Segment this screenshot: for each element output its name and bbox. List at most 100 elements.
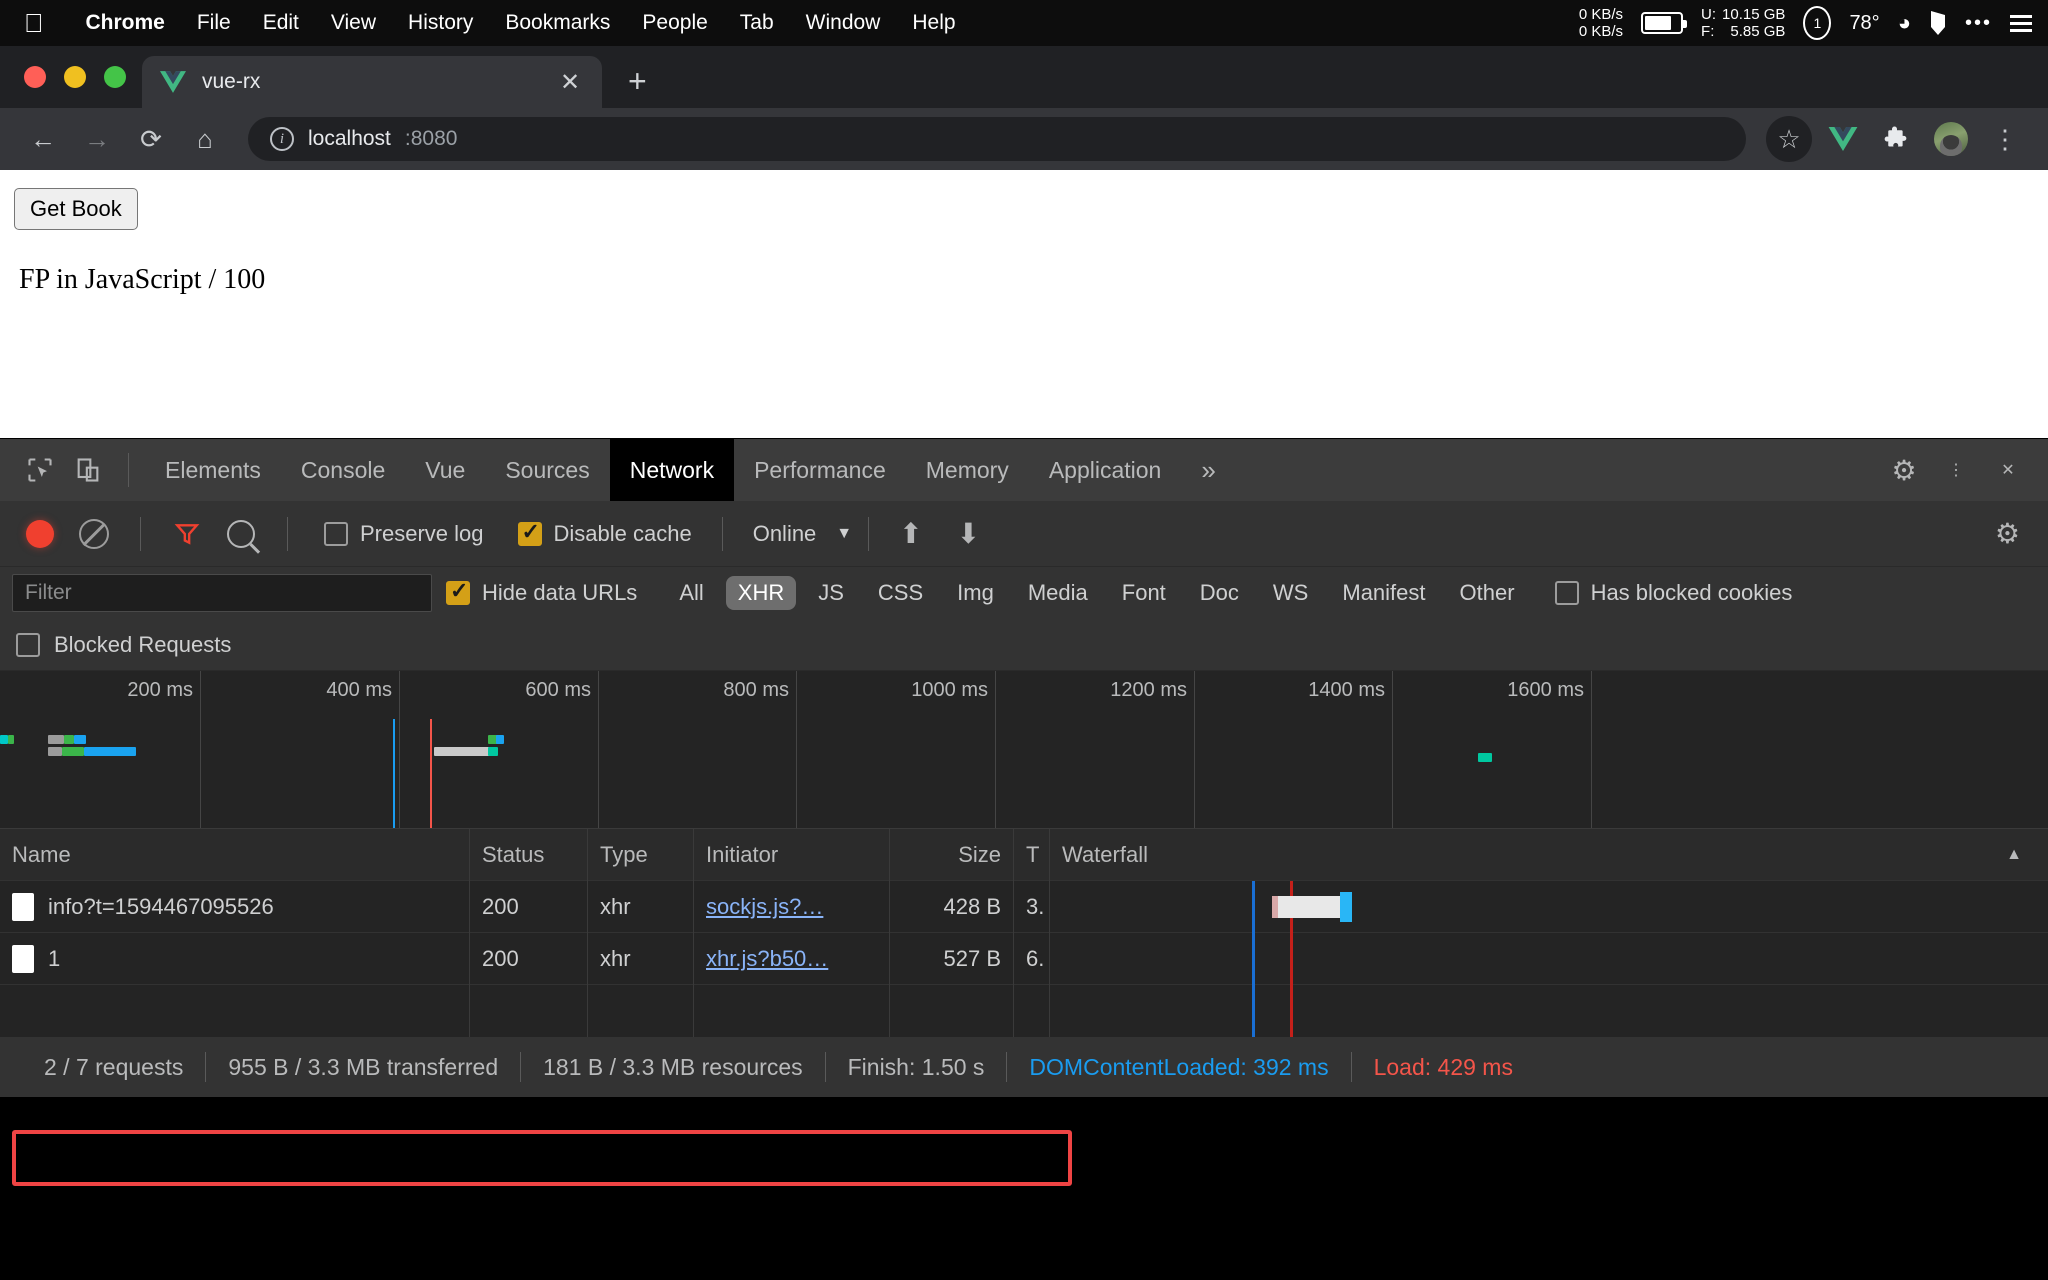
close-window-button[interactable] <box>24 66 46 88</box>
type-filter-doc[interactable]: Doc <box>1188 576 1251 610</box>
back-icon[interactable]: ← <box>20 116 66 162</box>
filter-funnel-icon[interactable] <box>163 510 211 558</box>
throttling-select[interactable]: Online <box>739 521 831 547</box>
new-tab-button[interactable]: + <box>602 63 673 108</box>
type-filter-all[interactable]: All <box>667 576 715 610</box>
menu-item-history[interactable]: History <box>392 11 489 35</box>
home-icon[interactable]: ⌂ <box>182 116 228 162</box>
type-filter-manifest[interactable]: Manifest <box>1330 576 1437 610</box>
record-button[interactable] <box>16 510 64 558</box>
devtools-menu-icon[interactable]: ⋮ <box>1932 446 1980 494</box>
memory-indicator[interactable]: U: F: 10.15 GB 5.85 GB <box>1701 6 1785 41</box>
disable-cache-checkbox[interactable] <box>517 519 542 546</box>
clear-requests-icon[interactable] <box>70 510 118 558</box>
menu-item-window[interactable]: Window <box>790 11 897 35</box>
tab-performance[interactable]: Performance <box>734 439 906 501</box>
ellipsis-icon[interactable]: ••• <box>1965 12 1992 35</box>
menu-item-file[interactable]: File <box>181 11 247 35</box>
table-row[interactable]: 1 200 xhr xhr.js?b50… 527 B 6. <box>0 932 2048 985</box>
initiator-link[interactable]: xhr.js?b50… <box>706 946 828 972</box>
network-overview-timeline[interactable]: 200 ms 400 ms 600 ms 800 ms 1000 ms 1200… <box>0 671 2048 829</box>
request-name-cell[interactable]: info?t=1594467095526 <box>0 880 470 933</box>
column-header-name[interactable]: Name <box>0 828 470 881</box>
network-settings-gear-icon[interactable]: ⚙ <box>1995 517 2020 550</box>
device-toolbar-icon[interactable] <box>64 446 112 494</box>
address-bar[interactable]: i localhost:8080 <box>248 117 1746 161</box>
gauge-icon[interactable]: 1 <box>1803 6 1832 40</box>
menu-item-view[interactable]: View <box>315 11 392 35</box>
has-blocked-cookies-toggle[interactable]: Has blocked cookies <box>1541 580 1807 606</box>
tab-application[interactable]: Application <box>1029 439 1182 501</box>
menu-item-edit[interactable]: Edit <box>247 11 315 35</box>
hide-data-urls-toggle[interactable]: Hide data URLs <box>432 578 651 606</box>
hide-data-urls-checkbox[interactable] <box>446 578 470 605</box>
search-icon[interactable] <box>217 510 265 558</box>
minimize-window-button[interactable] <box>64 66 86 88</box>
tab-network[interactable]: Network <box>609 439 735 501</box>
sort-ascending-icon[interactable]: ▲ <box>2006 846 2036 864</box>
tab-console[interactable]: Console <box>281 439 405 501</box>
close-icon[interactable]: ✕ <box>556 68 584 97</box>
reload-icon[interactable]: ⟳ <box>128 116 174 162</box>
import-har-icon[interactable]: ⬆ <box>885 517 936 550</box>
disable-cache-toggle[interactable]: Disable cache <box>504 519 706 547</box>
blocked-requests-checkbox[interactable] <box>16 632 40 657</box>
get-book-button[interactable]: Get Book <box>14 188 138 230</box>
temperature-indicator[interactable]: 78° <box>1849 12 1879 35</box>
more-tabs-icon[interactable]: » <box>1181 455 1235 486</box>
apple-logo-icon[interactable]:  <box>24 10 44 36</box>
tab-elements[interactable]: Elements <box>145 439 281 501</box>
request-name-cell[interactable]: 1 <box>0 932 470 985</box>
preserve-log-checkbox[interactable] <box>324 521 348 546</box>
avatar[interactable] <box>1928 116 1974 162</box>
site-info-icon[interactable]: i <box>270 127 294 151</box>
tab-memory[interactable]: Memory <box>906 439 1029 501</box>
column-header-status[interactable]: Status <box>470 828 588 881</box>
battery-icon[interactable] <box>1641 12 1688 34</box>
chevron-down-icon[interactable]: ▼ <box>836 525 852 543</box>
shield-icon[interactable] <box>1929 9 1947 37</box>
type-filter-xhr[interactable]: XHR <box>725 576 797 610</box>
export-har-icon[interactable]: ⬇ <box>943 517 994 550</box>
column-header-time[interactable]: T <box>1014 828 1050 881</box>
menu-item-help[interactable]: Help <box>896 11 971 35</box>
request-initiator[interactable]: xhr.js?b50… <box>694 932 890 985</box>
type-filter-ws[interactable]: WS <box>1261 576 1320 610</box>
settings-gear-icon[interactable]: ⚙ <box>1880 446 1928 494</box>
forward-icon[interactable]: → <box>74 116 120 162</box>
type-filter-other[interactable]: Other <box>1448 576 1527 610</box>
browser-menu-icon[interactable]: ⋮ <box>1982 116 2028 162</box>
initiator-link[interactable]: sockjs.js?… <box>706 894 823 920</box>
close-devtools-icon[interactable]: ✕ <box>1984 446 2032 494</box>
type-filter-img[interactable]: Img <box>945 576 1006 610</box>
maximize-window-button[interactable] <box>104 66 126 88</box>
column-header-initiator[interactable]: Initiator <box>694 828 890 881</box>
has-blocked-cookies-checkbox[interactable] <box>1554 581 1579 605</box>
type-filter-media[interactable]: Media <box>1016 576 1100 610</box>
table-row[interactable]: info?t=1594467095526 200 xhr sockjs.js?…… <box>0 880 2048 933</box>
column-header-size[interactable]: Size <box>890 828 1014 881</box>
preserve-log-toggle[interactable]: Preserve log <box>310 521 498 547</box>
tab-vue[interactable]: Vue <box>405 439 485 501</box>
list-menu-icon[interactable] <box>2010 14 2032 32</box>
filter-input[interactable] <box>12 574 432 612</box>
column-header-waterfall[interactable]: Waterfall ▲ <box>1050 829 2048 881</box>
tab-sources[interactable]: Sources <box>485 439 609 501</box>
menu-item-chrome[interactable]: Chrome <box>70 11 181 35</box>
wifi-icon[interactable]: ◕ <box>1898 10 1911 36</box>
overview-bar <box>1478 753 1492 762</box>
network-speed-indicator[interactable]: 0 KB/s 0 KB/s <box>1579 6 1623 41</box>
type-filter-css[interactable]: CSS <box>866 576 935 610</box>
extensions-puzzle-icon[interactable] <box>1874 116 1920 162</box>
menu-item-people[interactable]: People <box>626 11 723 35</box>
request-initiator[interactable]: sockjs.js?… <box>694 880 890 933</box>
menu-item-bookmarks[interactable]: Bookmarks <box>489 11 626 35</box>
bookmark-star-icon[interactable]: ☆ <box>1766 116 1812 162</box>
column-header-type[interactable]: Type <box>588 828 694 881</box>
vue-devtools-extension-icon[interactable] <box>1820 116 1866 162</box>
menu-item-tab[interactable]: Tab <box>724 11 790 35</box>
inspect-element-icon[interactable] <box>16 446 64 494</box>
browser-tab-vue-rx[interactable]: vue-rx ✕ <box>142 56 602 108</box>
type-filter-js[interactable]: JS <box>806 576 856 610</box>
type-filter-font[interactable]: Font <box>1110 576 1178 610</box>
